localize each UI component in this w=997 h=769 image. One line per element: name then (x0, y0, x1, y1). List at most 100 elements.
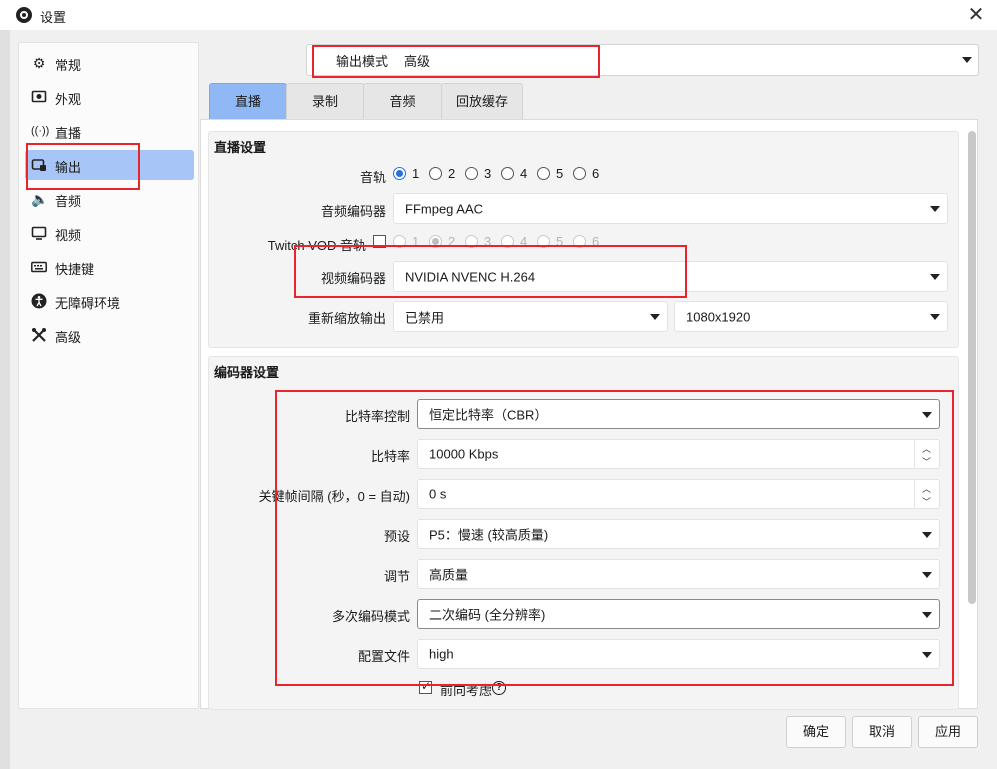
video-encoder-label: 视频编码器 (320, 271, 386, 286)
radio-label: 1 (412, 166, 420, 181)
obs-logo-icon (16, 7, 32, 23)
monitor-icon (31, 225, 47, 241)
sidebar-item-advanced[interactable]: 高级 (25, 320, 194, 350)
twitch-vod-radio-5[interactable] (537, 235, 550, 248)
twitch-vod-radio-4[interactable] (501, 235, 514, 248)
preset-select[interactable]: P5：慢速 (较高质量) (417, 519, 940, 549)
speaker-icon: 🔈 (31, 191, 49, 207)
video-encoder-select[interactable]: NVIDIA NVENC H.264 (393, 261, 948, 292)
audio-encoder-label: 音频编码器 (320, 204, 386, 219)
audio-track-radio-1[interactable] (393, 167, 406, 180)
twitch-vod-label: Twitch VOD 音轨 (267, 238, 366, 253)
tab-recording[interactable]: 录制 (286, 83, 364, 121)
select-value: 已禁用 (405, 310, 445, 325)
output-icon (31, 157, 47, 173)
twitch-vod-checkbox[interactable] (373, 235, 386, 248)
audio-track-radio-3[interactable] (465, 167, 478, 180)
tab-replay-buffer[interactable]: 回放缓存 (441, 83, 523, 121)
sidebar-item-video[interactable]: 视频 (25, 218, 194, 248)
spinbox-value: 0 s (429, 486, 447, 502)
broadcast-icon: ((·)) (31, 125, 50, 137)
radio-label: 2 (448, 166, 456, 181)
sidebar-item-stream[interactable]: ((·)) 直播 (25, 116, 194, 146)
chevron-down-icon (922, 412, 932, 418)
tab-audio[interactable]: 音频 (363, 83, 442, 121)
rescale-resolution-select[interactable]: 1080x1920 (674, 301, 948, 332)
audio-track-radio-2[interactable] (429, 167, 442, 180)
sidebar-item-hotkeys[interactable]: 快捷键 (25, 252, 194, 282)
chevron-down-icon (650, 314, 660, 320)
radio-label: 2 (448, 234, 456, 249)
radio-label: 1 (412, 234, 420, 249)
sidebar-item-audio[interactable]: 🔈 音频 (25, 184, 194, 214)
audio-track-radio-6[interactable] (573, 167, 586, 180)
twitch-vod-radio-3[interactable] (465, 235, 478, 248)
bitrate-spinbox[interactable]: 10000 Kbps ︿ ﹀ (417, 439, 940, 469)
radio-label: 4 (520, 234, 528, 249)
tuning-select[interactable]: 高质量 (417, 559, 940, 589)
ok-button[interactable]: 确定 (786, 716, 846, 748)
select-value: 高质量 (429, 567, 469, 583)
sidebar-item-label: 外观 (55, 92, 82, 107)
keyboard-icon (31, 259, 47, 275)
chevron-up-icon[interactable]: ︿ (922, 442, 931, 455)
encoder-settings-title: 编码器设置 (214, 365, 280, 380)
chevron-down-icon (922, 572, 932, 578)
apply-button[interactable]: 应用 (918, 716, 978, 748)
radio-label: 3 (484, 166, 492, 181)
chevron-down-icon (930, 314, 940, 320)
window-title: 设置 (40, 10, 67, 25)
rescale-output-label: 重新缩放输出 (307, 311, 386, 326)
audio-track-radio-5[interactable] (537, 167, 550, 180)
lookahead-checkbox[interactable] (419, 679, 432, 694)
twitch-vod-radio-2[interactable] (429, 235, 442, 248)
title-bar (0, 0, 997, 30)
chevron-up-icon[interactable]: ︿ (922, 482, 931, 495)
stream-settings-title: 直播设置 (214, 140, 267, 155)
audio-track-radio-4[interactable] (501, 167, 514, 180)
sidebar-item-output[interactable]: 输出 (25, 150, 194, 180)
chevron-down-icon[interactable]: ﹀ (922, 495, 931, 508)
radio-label: 4 (520, 166, 528, 181)
lookahead-label: 前向考虑 (440, 683, 493, 698)
chevron-down-icon (922, 652, 932, 658)
select-value: 1080x1920 (686, 309, 751, 324)
radio-label: 3 (484, 234, 492, 249)
rate-control-label: 比特率控制 (344, 409, 410, 424)
gear-icon: ⚙ (32, 55, 46, 71)
sidebar-item-general[interactable]: ⚙ 常规 (25, 48, 194, 78)
rate-control-select[interactable]: 恒定比特率（CBR） (417, 399, 940, 429)
close-button[interactable]: ✕ (958, 0, 994, 30)
twitch-vod-radio-group: 1 2 3 4 5 6 (393, 234, 613, 249)
keyframe-spin-buttons[interactable]: ︿ ﹀ (914, 480, 939, 508)
sidebar-item-label: 快捷键 (55, 262, 95, 277)
chevron-down-icon (922, 612, 932, 618)
keyframe-interval-spinbox[interactable]: 0 s ︿ ﹀ (417, 479, 940, 509)
audio-track-label: 音轨 (359, 170, 386, 185)
chevron-down-icon (962, 57, 972, 63)
chevron-down-icon[interactable]: ﹀ (922, 455, 931, 468)
profile-select[interactable]: high (417, 639, 940, 669)
twitch-vod-radio-1[interactable] (393, 235, 406, 248)
cancel-button[interactable]: 取消 (852, 716, 912, 748)
sidebar-item-label: 常规 (55, 58, 82, 73)
tab-stream[interactable]: 直播 (209, 83, 287, 121)
scrollbar-thumb[interactable] (968, 131, 976, 604)
multipass-select[interactable]: 二次编码 (全分辨率) (417, 599, 940, 629)
tools-icon (31, 327, 47, 343)
sidebar-item-appearance[interactable]: 外观 (25, 82, 194, 112)
rescale-output-select[interactable]: 已禁用 (393, 301, 668, 332)
twitch-vod-radio-6[interactable] (573, 235, 586, 248)
tuning-label: 调节 (383, 569, 410, 584)
sidebar-item-label: 无障碍环境 (55, 296, 121, 311)
sidebar-item-accessibility[interactable]: 无障碍环境 (25, 286, 194, 316)
audio-encoder-select[interactable]: FFmpeg AAC (393, 193, 948, 224)
sidebar-item-label: 音频 (55, 194, 82, 209)
help-icon[interactable]: ? (492, 681, 506, 695)
select-value: P5：慢速 (较高质量) (429, 527, 549, 543)
sidebar-item-label: 视频 (55, 228, 82, 243)
select-value: 恒定比特率（CBR） (429, 407, 548, 423)
bitrate-label: 比特率 (370, 449, 410, 464)
radio-label: 6 (592, 234, 600, 249)
bitrate-spin-buttons[interactable]: ︿ ﹀ (914, 440, 939, 468)
